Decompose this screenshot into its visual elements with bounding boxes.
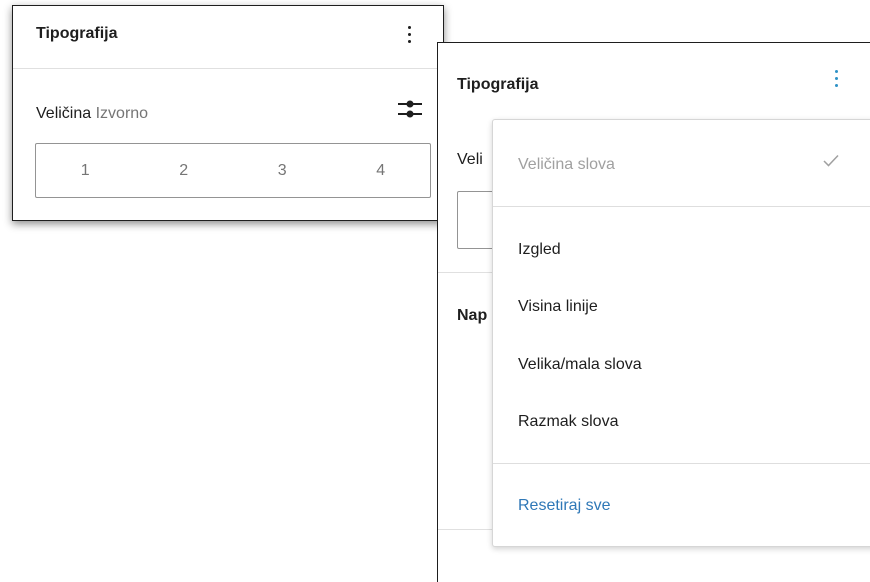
section-title-partial: Nap (457, 307, 488, 324)
menu-item-letter-case[interactable]: Velika/mala slova (518, 356, 642, 374)
custom-size-settings-icon[interactable] (397, 98, 423, 120)
font-size-toggle-group: 1 2 3 4 (35, 143, 431, 198)
typography-options-menu: Veličina slova Izgled Visina linije Veli… (492, 119, 870, 547)
menu-separator (493, 463, 870, 464)
menu-item-appearance[interactable]: Izgled (518, 241, 561, 259)
typography-panel-left: Tipografija Veličina Izvorno 1 2 3 4 (12, 5, 444, 221)
menu-item-font-size[interactable]: Veličina slova (518, 156, 615, 174)
menu-item-line-height[interactable]: Visina linije (518, 298, 598, 316)
font-size-label: Veličina Izvorno (36, 105, 148, 123)
font-size-label-partial: Veli (457, 151, 483, 168)
more-options-icon[interactable] (408, 26, 414, 43)
menu-separator (493, 206, 870, 207)
panel-divider (13, 68, 443, 69)
panel-title: Tipografija (457, 76, 539, 93)
font-size-option-3[interactable]: 3 (233, 144, 332, 197)
font-size-option-2[interactable]: 2 (135, 144, 234, 197)
font-size-label-text: Veličina (36, 105, 92, 122)
reset-all-button[interactable]: Resetiraj sve (518, 497, 610, 515)
more-options-icon[interactable] (835, 70, 841, 87)
font-size-option-1[interactable]: 1 (36, 144, 135, 197)
font-size-option-4[interactable]: 4 (332, 144, 431, 197)
menu-item-letter-spacing[interactable]: Razmak slova (518, 413, 618, 431)
check-icon (823, 154, 839, 167)
panel-title: Tipografija (36, 25, 118, 42)
font-size-current-value: Izvorno (95, 105, 149, 122)
